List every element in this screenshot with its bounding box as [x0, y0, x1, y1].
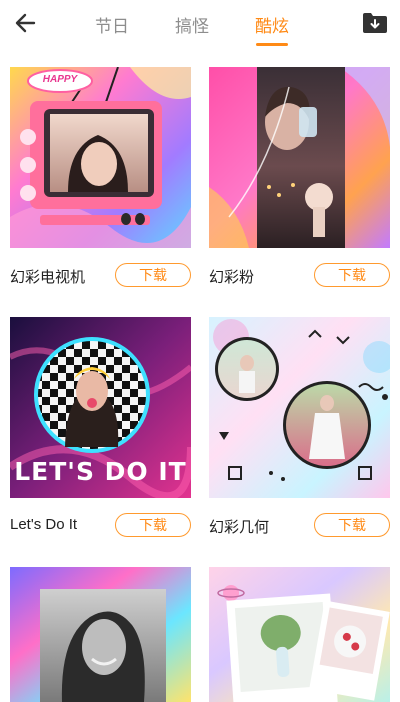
download-button[interactable]: 下载 — [115, 263, 191, 287]
back-button[interactable] — [8, 6, 42, 40]
top-bar: 节日 搞怪 酷炫 — [0, 0, 400, 48]
template-name: 幻彩电视机 — [10, 269, 86, 286]
template-thumbnail-psychedelic-tv[interactable]: HAPPY — [10, 67, 191, 248]
category-tabs: 节日 搞怪 酷炫 — [72, 0, 312, 48]
template-thumbnail-holographic-portrait[interactable] — [10, 567, 191, 702]
template-name: Let's Do It — [10, 516, 78, 533]
template-thumbnail-psychedelic-pink[interactable] — [209, 67, 390, 248]
back-arrow-icon — [15, 13, 36, 33]
happy-badge-text: HAPPY — [42, 74, 78, 85]
lets-do-it-overlay-text: LET'S DO IT — [14, 457, 187, 486]
template-thumbnail-lets-do-it[interactable]: LET'S DO IT — [10, 317, 191, 498]
tab-funny[interactable]: 搞怪 — [152, 0, 232, 48]
download-button[interactable]: 下载 — [314, 513, 390, 537]
template-meta: 幻彩粉 下载 — [209, 263, 390, 289]
tab-cool[interactable]: 酷炫 — [232, 0, 312, 48]
template-thumbnail-psychedelic-geometry[interactable] — [209, 317, 390, 498]
download-button[interactable]: 下载 — [314, 263, 390, 287]
tab-festival[interactable]: 节日 — [72, 0, 152, 48]
downloads-folder-button[interactable] — [360, 8, 390, 38]
download-button[interactable]: 下载 — [115, 513, 191, 537]
template-meta: 幻彩电视机 下载 — [10, 263, 191, 289]
template-thumbnail-polaroid-flowers[interactable] — [209, 567, 390, 702]
folder-download-icon — [363, 13, 387, 33]
template-meta: Let's Do It 下载 — [10, 513, 191, 539]
template-name: 幻彩几何 — [209, 519, 270, 536]
template-name: 幻彩粉 — [209, 269, 255, 286]
template-meta: 幻彩几何 下载 — [209, 513, 390, 539]
